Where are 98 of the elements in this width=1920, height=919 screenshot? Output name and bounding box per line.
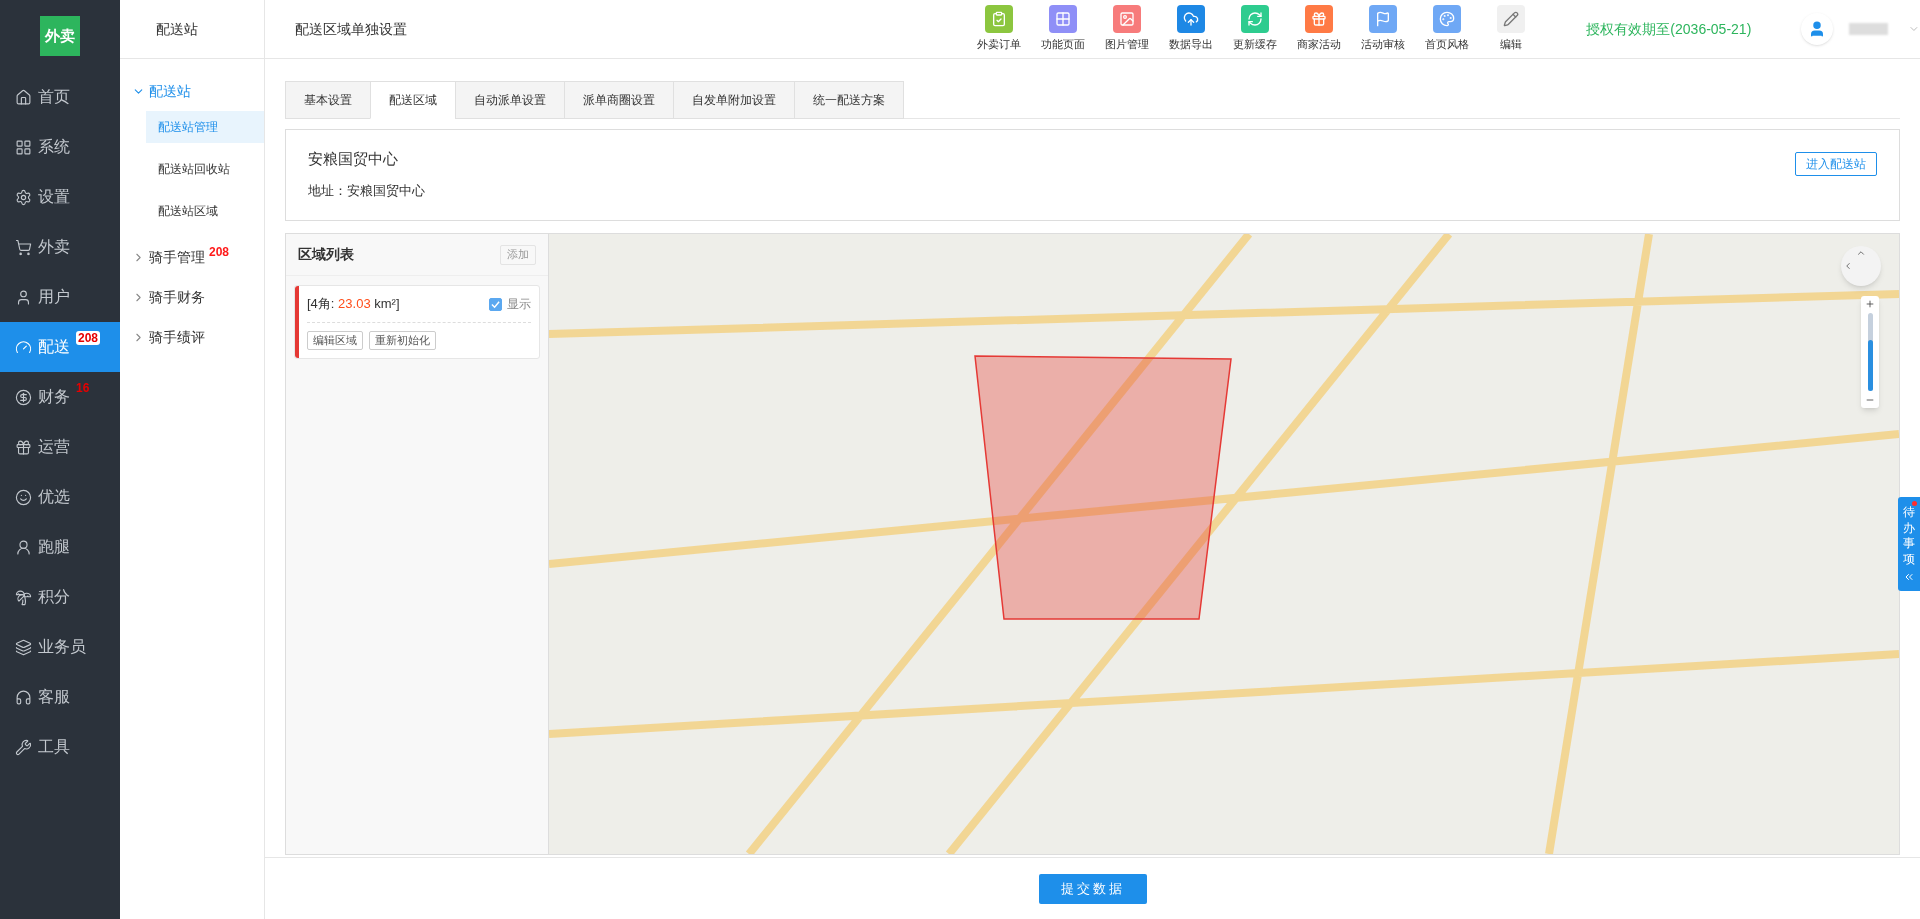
page-title: 配送区域单独设置 [295,19,408,39]
avatar[interactable] [1801,13,1833,45]
sidebar-item[interactable]: 用户 [0,272,120,322]
toolbar-button[interactable]: 更新缓存 [1230,5,1281,53]
home-icon [15,88,32,106]
gift-icon [1311,11,1328,28]
tab[interactable]: 自动派单设置 [455,81,565,119]
subnav-group[interactable]: 配送站 [120,71,264,111]
clipboard-icon [991,11,1008,28]
toolbar-button[interactable]: 商家活动 [1294,5,1345,53]
headset-icon [15,688,32,706]
palm-icon [15,588,32,606]
count-label: 16 [76,381,90,395]
tab[interactable]: 配送区域 [370,81,456,119]
sidebar-label: 首页 [38,87,70,107]
show-checkbox[interactable] [489,297,502,311]
region-card[interactable]: [4角: 23.03 km²] 显示 编辑区域 重新初始化 [294,285,540,359]
refresh-icon [1247,11,1264,28]
zoom-in-icon [1865,299,1875,309]
cart-icon [15,238,32,256]
sidebar-item[interactable]: 优选 [0,472,120,522]
show-label: 显示 [507,296,531,313]
tab[interactable]: 统一配送方案 [794,81,904,119]
sidebar-item[interactable]: 积分 [0,572,120,622]
upload-icon [1183,11,1200,28]
toolbar-button[interactable]: 图片管理 [1102,5,1153,53]
sidebar-item[interactable]: 工具 [0,722,120,772]
sidebar-label: 财务 [38,387,70,407]
pencil-icon [1503,11,1520,28]
person-icon [15,538,32,556]
image-icon [1119,11,1136,28]
enter-station-button[interactable]: 进入配送站 [1795,152,1877,176]
station-address: 地址：安粮国贸中心 [308,181,425,200]
settings-icon [15,188,32,206]
sidebar-label: 运营 [38,437,70,457]
subnav-group-label: 骑手管理 [149,247,205,267]
check-icon [491,299,500,309]
subnav-group-label: 骑手绩评 [149,327,205,347]
subnav-title: 配送站 [156,19,198,39]
gift-icon [15,438,32,456]
subnav-group-label: 配送站 [149,81,191,101]
sidebar-item[interactable]: 外卖 [0,222,120,272]
toolbar-button[interactable]: 外卖订单 [974,5,1025,53]
tab[interactable]: 自发单附加设置 [673,81,795,119]
sidebar-label: 系统 [38,137,70,157]
sidebar-label: 工具 [38,737,70,757]
sidebar-label: 外卖 [38,237,70,257]
gauge-icon [15,338,32,356]
sidebar-label: 客服 [38,687,70,707]
subnav-group[interactable]: 骑手绩评 [120,317,264,357]
sidebar-item[interactable]: 客服 [0,672,120,722]
tab[interactable]: 派单商圈设置 [564,81,674,119]
tools-icon [15,738,32,756]
grid-icon [1055,11,1072,28]
map-placeholder[interactable] [549,234,1899,854]
subnav-group[interactable]: 骑手管理 208 [120,237,264,277]
blurred-name [1848,23,1889,35]
count-label: 208 [209,244,230,261]
pan-control[interactable] [1841,246,1881,286]
toolbar-button[interactable]: 编辑 [1486,5,1537,53]
toolbar-button[interactable]: 数据导出 [1166,5,1217,53]
panel-title: 区域列表 [298,245,354,264]
sidebar-item[interactable]: 财务 16 [0,372,120,422]
tab[interactable]: 基本设置 [285,81,371,119]
flag-icon [1375,11,1392,28]
subnav-group-label: 骑手财务 [149,287,205,307]
sidebar-item[interactable]: 系统 [0,122,120,172]
toolbar-button[interactable]: 功能页面 [1038,5,1089,53]
zoom-slider[interactable] [1861,296,1879,408]
sidebar-label: 业务员 [38,637,86,657]
smile-icon [15,488,32,506]
sidebar-label: 优选 [38,487,70,507]
sidebar-label: 积分 [38,587,70,607]
count-label: 208 [76,331,101,345]
sidebar-item[interactable]: 设置 [0,172,120,222]
sidebar-label: 跑腿 [38,537,70,557]
sidebar-item[interactable]: 运营 [0,422,120,472]
sidebar-label: 配送 [38,337,70,357]
license-text: 授权有效期至(2036-05-21) [1586,19,1752,39]
sidebar-item[interactable]: 配送 208 [0,322,120,372]
layers-icon [15,638,32,656]
region-action-button[interactable]: 编辑区域 [307,331,363,350]
sidebar-label: 用户 [38,287,70,307]
toolbar-button[interactable]: 首页风格 [1422,5,1473,53]
palette-icon [1439,11,1456,28]
toolbar-button[interactable]: 活动审核 [1358,5,1409,53]
subnav-item[interactable]: 配送站回收站 [146,153,264,185]
subnav-item[interactable]: 配送站区域 [146,195,264,227]
region-summary: [4角: 23.03 km²] [307,295,400,314]
user-icon [15,288,32,306]
subnav-group[interactable]: 骑手财务 [120,277,264,317]
region-action-button[interactable]: 重新初始化 [369,331,436,350]
sidebar-item[interactable]: 跑腿 [0,522,120,572]
sidebar-item[interactable]: 首页 [0,72,120,122]
windows-icon [15,138,32,156]
sidebar-label: 设置 [38,187,70,207]
sidebar-item[interactable]: 业务员 [0,622,120,672]
station-name: 安粮国贸中心 [308,149,399,169]
